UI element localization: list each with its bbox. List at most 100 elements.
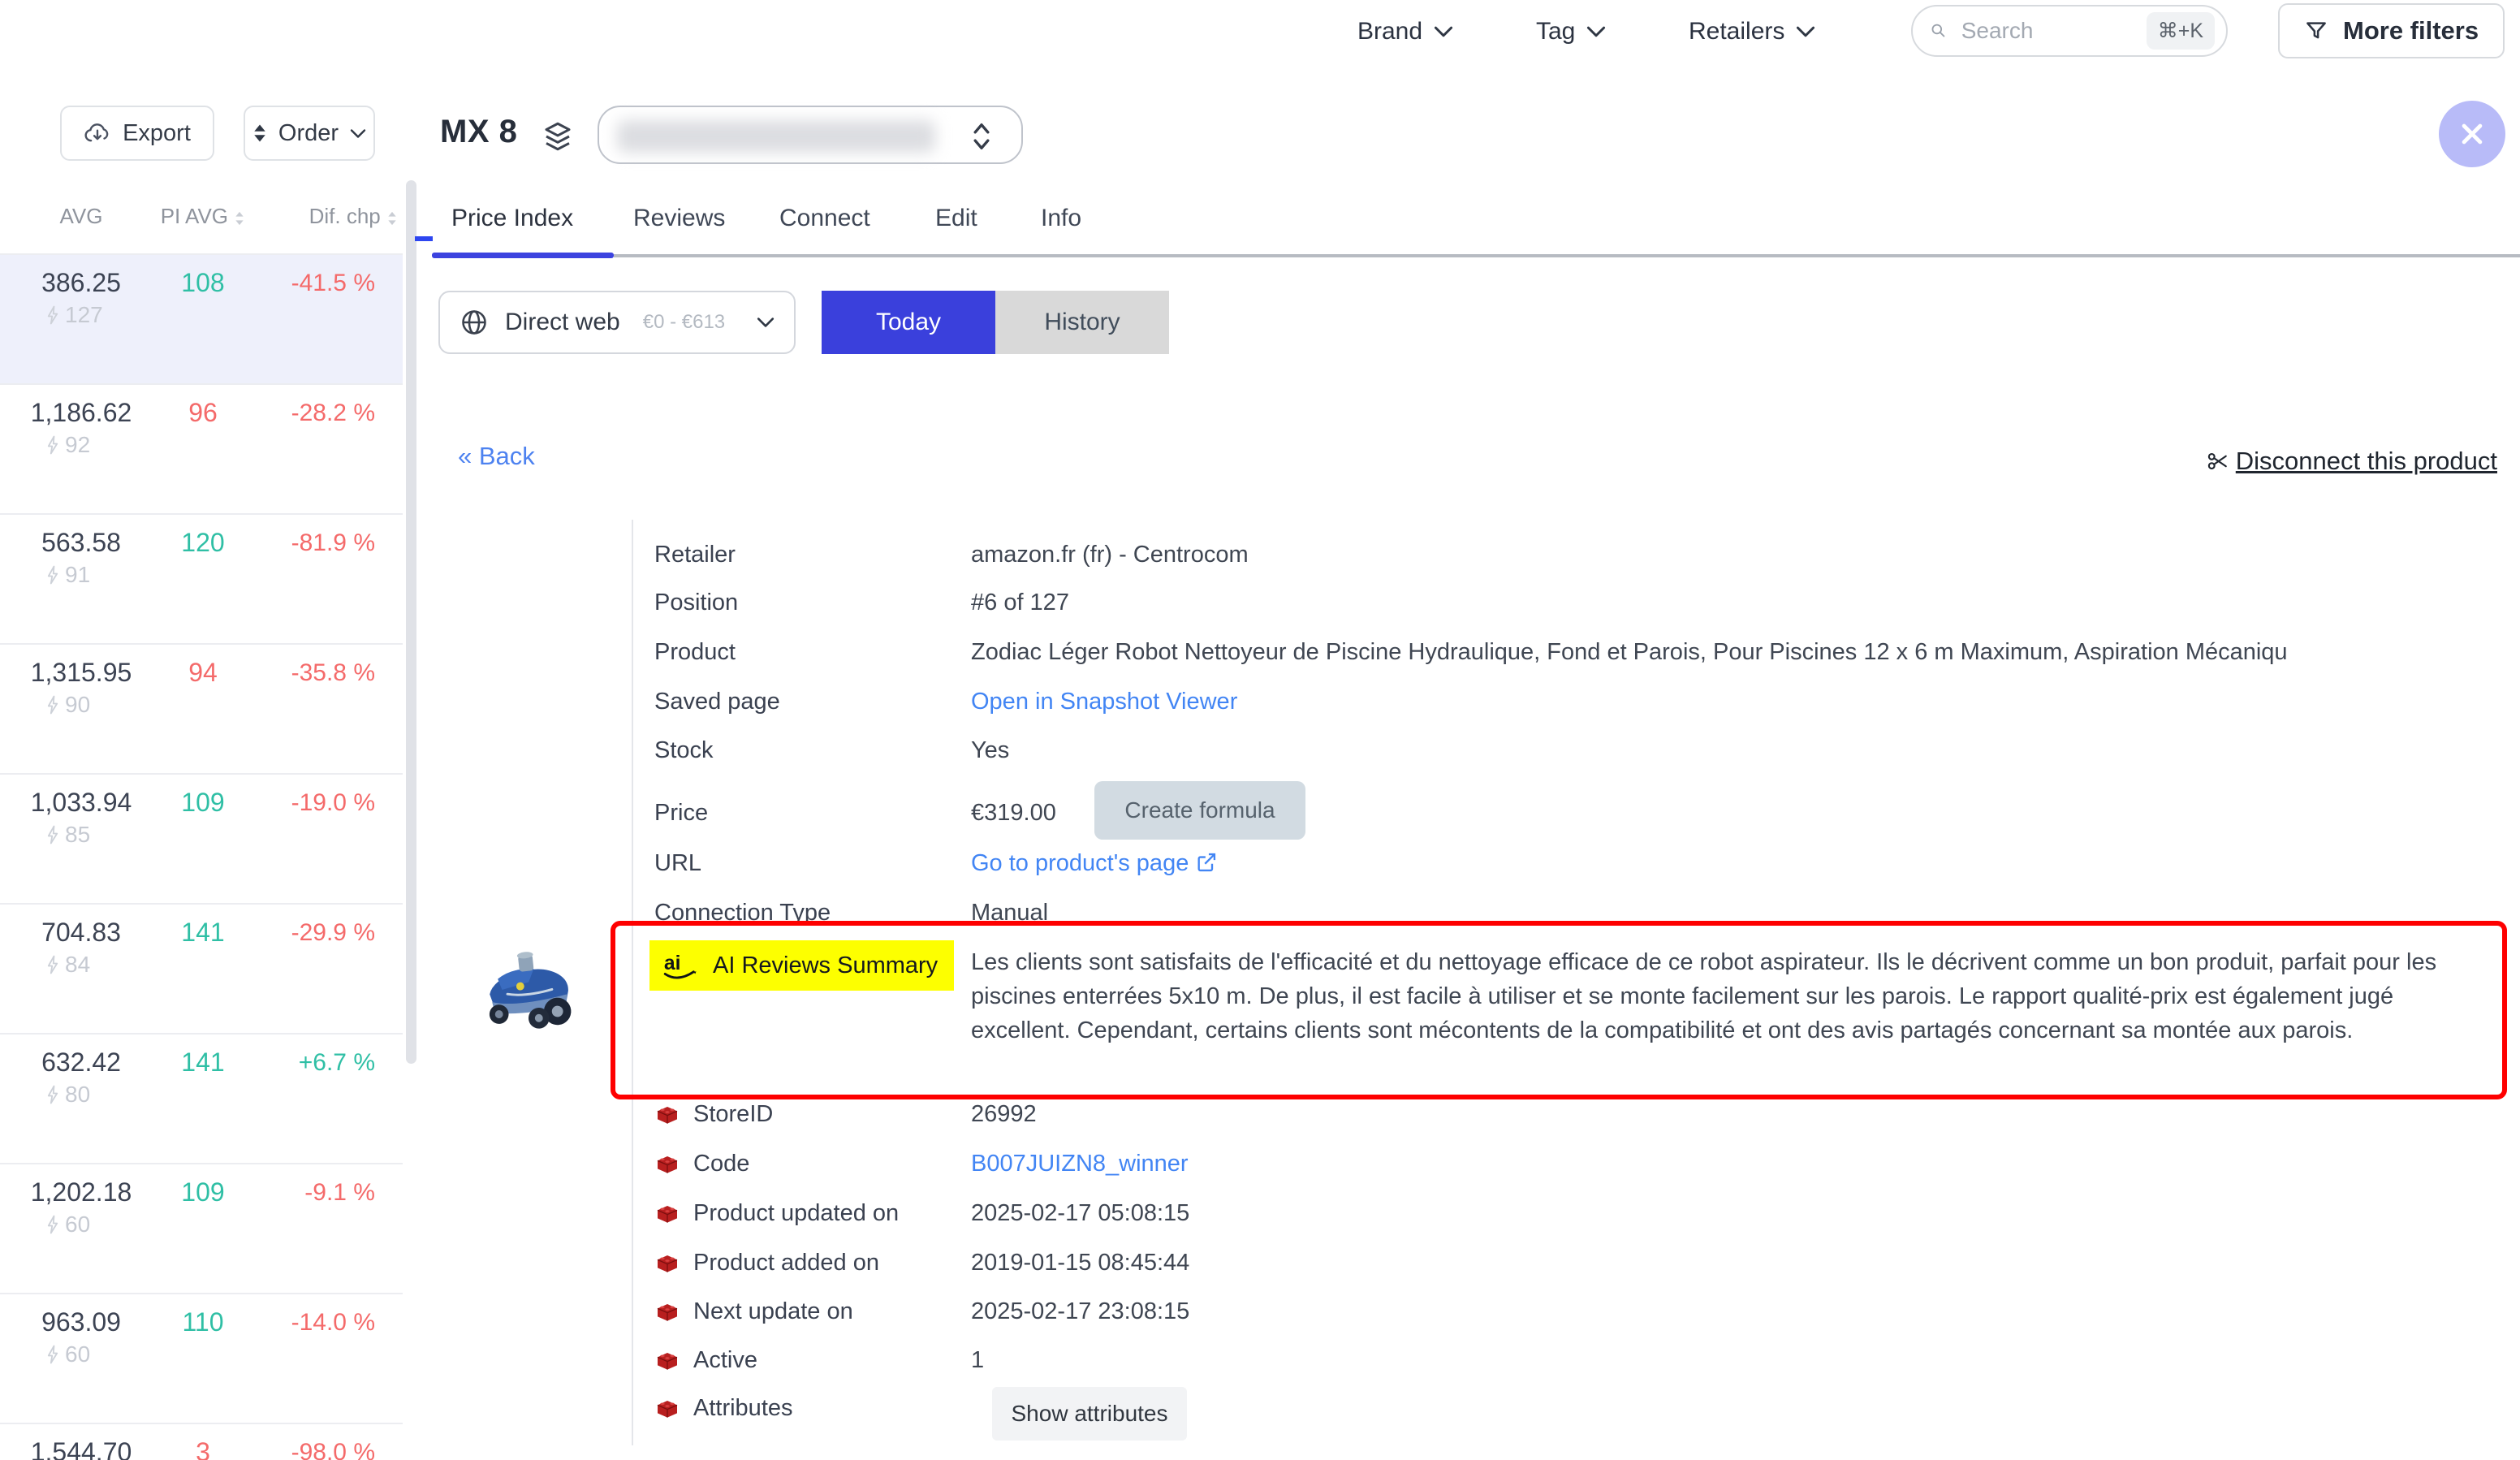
order-button[interactable]: Order <box>244 106 375 161</box>
close-button[interactable] <box>2439 101 2505 167</box>
sort-arrows-icon <box>386 210 398 227</box>
topbar: Brand Tag Retailers ⌘+K More filters <box>0 0 2520 65</box>
external-link-icon <box>1195 851 1218 874</box>
table-row[interactable]: 1,202.18 60 109 -9.1 % <box>0 1163 403 1293</box>
dif-chp-value: -81.9 % <box>213 529 375 557</box>
table-row[interactable]: 1,315.95 90 94 -35.8 % <box>0 643 403 773</box>
detail-label: Code <box>693 1146 969 1181</box>
lightning-icon <box>45 1343 60 1366</box>
active-tab-indicator <box>432 253 614 258</box>
lightning-icon <box>45 693 60 716</box>
brand-filter-label: Brand <box>1357 18 1422 45</box>
avg-value: 1,033.94 <box>16 788 146 818</box>
detail-label: Active <box>693 1342 969 1378</box>
detail-row-position: Position #6 of 127 <box>654 585 2514 620</box>
more-filters-button[interactable]: More filters <box>2278 3 2505 58</box>
brick-icon <box>654 1201 680 1227</box>
table-row[interactable]: 1,033.94 85 109 -19.0 % <box>0 773 403 903</box>
detail-label: Saved page <box>654 684 963 719</box>
lightning-icon <box>45 564 60 586</box>
detail-row-price: Price €319.00 <box>654 795 2514 831</box>
dif-chp-value: -28.2 % <box>213 400 375 427</box>
avg-value: 563.58 <box>16 528 146 558</box>
column-header-dif-chp[interactable]: Dif. chp <box>276 204 398 229</box>
product-page-link[interactable]: Go to product's page <box>971 845 2520 884</box>
detail-label: Next update on <box>693 1294 969 1329</box>
detail-divider <box>632 520 633 1445</box>
show-attributes-button[interactable]: Show attributes <box>992 1387 1187 1441</box>
tab-connect[interactable]: Connect <box>779 205 870 232</box>
ai-logo-icon: ai <box>661 949 703 982</box>
table-row[interactable]: 1,544.70 3 -98.0 % <box>0 1423 403 1460</box>
detail-row-attributes: Attributes <box>654 1390 2514 1426</box>
detail-row-retailer: Retailer amazon.fr (fr) - Centrocom <box>654 537 2514 572</box>
product-image <box>476 940 588 1052</box>
create-formula-button[interactable]: Create formula <box>1094 781 1305 840</box>
checks-count: 91 <box>45 562 90 588</box>
detail-row-product-added: Product added on 2019-01-15 08:45:44 <box>654 1245 2514 1281</box>
tab-price-index[interactable]: Price Index <box>451 205 573 232</box>
detail-label: Attributes <box>693 1390 969 1426</box>
avg-value: 1,186.62 <box>16 398 146 428</box>
checks-count: 84 <box>45 952 90 978</box>
product-code-link[interactable]: B007JUIZN8_winner <box>971 1146 2520 1181</box>
disconnect-product-link[interactable]: Disconnect this product <box>2207 447 2497 476</box>
table-row[interactable]: 963.09 60 110 -14.0 % <box>0 1293 403 1423</box>
export-button[interactable]: Export <box>60 106 214 161</box>
column-header-pi-avg[interactable]: PI AVG <box>146 204 260 229</box>
detail-row-product-updated: Product updated on 2025-02-17 05:08:15 <box>654 1195 2514 1231</box>
search-box[interactable]: ⌘+K <box>1911 5 2228 57</box>
dif-chp-value: -9.1 % <box>213 1179 375 1207</box>
table-row[interactable]: 386.25 127 108 -41.5 % <box>0 253 403 383</box>
avg-value: 704.83 <box>16 918 146 948</box>
page-title: MX 8 <box>440 114 517 150</box>
ai-reviews-summary-label: ai AI Reviews Summary <box>649 940 954 991</box>
tab-edit[interactable]: Edit <box>935 205 977 232</box>
sidebar-column-headers: AVG PI AVG Dif. chp <box>0 200 403 232</box>
lightning-icon <box>45 434 60 456</box>
brick-icon <box>654 1151 680 1177</box>
sidebar-scrollbar[interactable] <box>406 180 416 1064</box>
table-row[interactable]: 1,186.62 92 96 -28.2 % <box>0 383 403 513</box>
brick-icon <box>654 1251 680 1276</box>
detail-label: Stock <box>654 732 963 768</box>
avg-value: 963.09 <box>16 1307 146 1337</box>
table-row[interactable]: 704.83 84 141 -29.9 % <box>0 903 403 1033</box>
brick-icon <box>654 1102 680 1128</box>
detail-row-store-id: StoreID 26992 <box>654 1096 2514 1132</box>
tab-reviews[interactable]: Reviews <box>633 205 725 232</box>
brick-icon <box>654 1396 680 1422</box>
chevron-down-icon <box>1586 25 1606 38</box>
detail-label: Product <box>654 634 963 670</box>
unlink-icon <box>2207 449 2231 473</box>
layers-icon[interactable] <box>541 119 575 154</box>
back-link[interactable]: « Back <box>458 442 535 471</box>
detail-label: URL <box>654 845 963 881</box>
checks-count: 60 <box>45 1212 90 1238</box>
source-dropdown[interactable]: Direct web €0 - €613 <box>438 291 796 354</box>
table-row[interactable]: 632.42 80 141 +6.7 % <box>0 1033 403 1163</box>
tag-filter[interactable]: Tag <box>1536 18 1606 45</box>
tab-info[interactable]: Info <box>1041 205 1081 232</box>
redacted-product-name <box>617 120 935 153</box>
checks-count: 92 <box>45 432 90 458</box>
more-filters-label: More filters <box>2343 16 2479 45</box>
retailers-filter[interactable]: Retailers <box>1689 18 1815 45</box>
table-row[interactable]: 563.58 91 120 -81.9 % <box>0 513 403 643</box>
detail-label: StoreID <box>693 1096 969 1132</box>
history-toggle[interactable]: History <box>995 291 1169 354</box>
select-updown-icon <box>971 120 992 153</box>
brand-filter[interactable]: Brand <box>1357 18 1453 45</box>
avg-value: 386.25 <box>16 268 146 298</box>
detail-row-active: Active 1 <box>654 1342 2514 1378</box>
snapshot-viewer-link[interactable]: Open in Snapshot Viewer <box>971 684 2520 719</box>
today-toggle[interactable]: Today <box>822 291 995 354</box>
product-select[interactable] <box>598 106 1023 164</box>
avg-value: 1,202.18 <box>16 1177 146 1207</box>
detail-label: Price <box>654 795 963 831</box>
checks-count: 127 <box>45 302 103 328</box>
tag-filter-label: Tag <box>1536 18 1575 45</box>
detail-value: 26992 <box>971 1096 2520 1132</box>
search-input[interactable] <box>1960 17 2134 45</box>
detail-label: Position <box>654 585 963 620</box>
